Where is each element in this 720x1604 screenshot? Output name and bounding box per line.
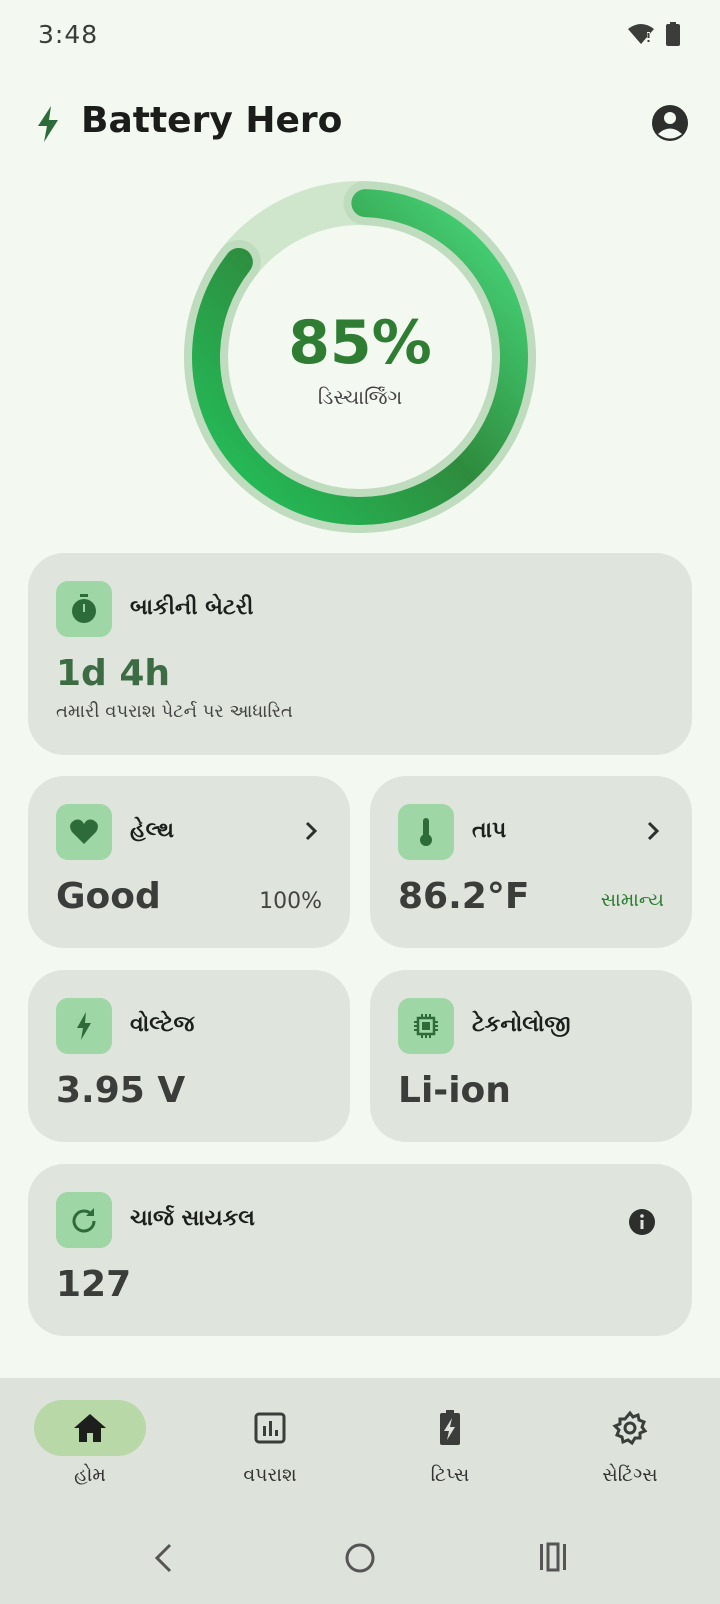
charge-cycles-card: ચાર્જ સાયકલ 127 (28, 1164, 692, 1336)
status-bar: 3:48 (0, 0, 720, 70)
app-title: Battery Hero (81, 100, 343, 141)
bar-chart-icon (254, 1412, 286, 1444)
nav-label-tips: ટિપ્સ (430, 1464, 470, 1486)
nav-label-home: હોમ (74, 1464, 106, 1486)
temperature-card[interactable]: તાપ 86.2°F સામાન્ય (370, 776, 692, 948)
account-icon[interactable] (650, 103, 690, 143)
nav-label-settings: સેટિંગ્સ (602, 1464, 658, 1486)
refresh-icon (56, 1192, 112, 1248)
chevron-right-icon (305, 821, 318, 841)
battery-status: ડિસ્ચાર્જિંગ (317, 385, 403, 409)
nav-label-usage: વપરાશ (243, 1464, 297, 1486)
temperature-status: સામાન્ય (600, 889, 664, 911)
nav-item-settings[interactable]: સેટિંગ્સ (540, 1400, 720, 1510)
status-icons (628, 22, 680, 46)
health-card[interactable]: હેલ્થ Good 100% (28, 776, 350, 948)
nav-pill (574, 1400, 686, 1456)
heart-icon (56, 804, 112, 860)
cycles-title: ચાર્જ સાયકલ (130, 1206, 255, 1231)
system-navigation-bar (0, 1510, 720, 1604)
chevron-right-icon (647, 821, 660, 841)
nav-pill (34, 1400, 146, 1456)
wifi-icon (628, 24, 654, 44)
gear-icon (612, 1410, 648, 1446)
temperature-value: 86.2°F (398, 876, 530, 917)
nav-item-usage[interactable]: વપરાશ (180, 1400, 360, 1510)
battery-status-icon (666, 22, 680, 46)
info-icon[interactable] (628, 1208, 656, 1236)
battery-percent: 85% (288, 308, 432, 378)
voltage-card: વોલ્ટેજ 3.95 V (28, 970, 350, 1142)
recents-icon[interactable] (538, 1542, 568, 1572)
chip-icon (398, 998, 454, 1054)
health-title: હેલ્થ (130, 818, 174, 843)
voltage-title: વોલ્ટેજ (130, 1012, 195, 1037)
remaining-battery-card: બાકીની બેટરી 1d 4h તમારી વપરાશ પેટર્ન પર… (28, 553, 692, 755)
back-icon[interactable] (152, 1542, 176, 1574)
technology-title: ટેકનોલોજી (472, 1012, 571, 1037)
nav-pill (214, 1400, 326, 1456)
remaining-value: 1d 4h (56, 653, 171, 694)
battery-ring: 85% ડિસ્ચાર્જિંગ (183, 180, 537, 534)
temperature-title: તાપ (472, 818, 507, 843)
nav-item-tips[interactable]: ટિપ્સ (360, 1400, 540, 1510)
technology-value: Li-ion (398, 1070, 511, 1111)
health-percent: 100% (259, 889, 322, 914)
bolt-icon (56, 998, 112, 1054)
cycles-value: 127 (56, 1264, 132, 1305)
status-time: 3:48 (38, 20, 99, 49)
timer-icon (56, 581, 112, 637)
voltage-value: 3.95 V (56, 1070, 186, 1111)
battery-bolt-icon (440, 1410, 460, 1445)
remaining-subtitle: તમારી વપરાશ પેટર્ન પર આધારિત (56, 701, 293, 722)
remaining-title: બાકીની બેટરી (130, 595, 254, 620)
nav-item-home[interactable]: હોમ (0, 1400, 180, 1510)
nav-pill (394, 1400, 506, 1456)
health-value: Good (56, 876, 161, 917)
bolt-icon (38, 106, 58, 142)
home-circle-icon[interactable] (344, 1542, 376, 1574)
app-header: Battery Hero (0, 96, 720, 156)
thermometer-icon (398, 804, 454, 860)
technology-card: ટેકનોલોજી Li-ion (370, 970, 692, 1142)
home-icon (74, 1414, 106, 1442)
